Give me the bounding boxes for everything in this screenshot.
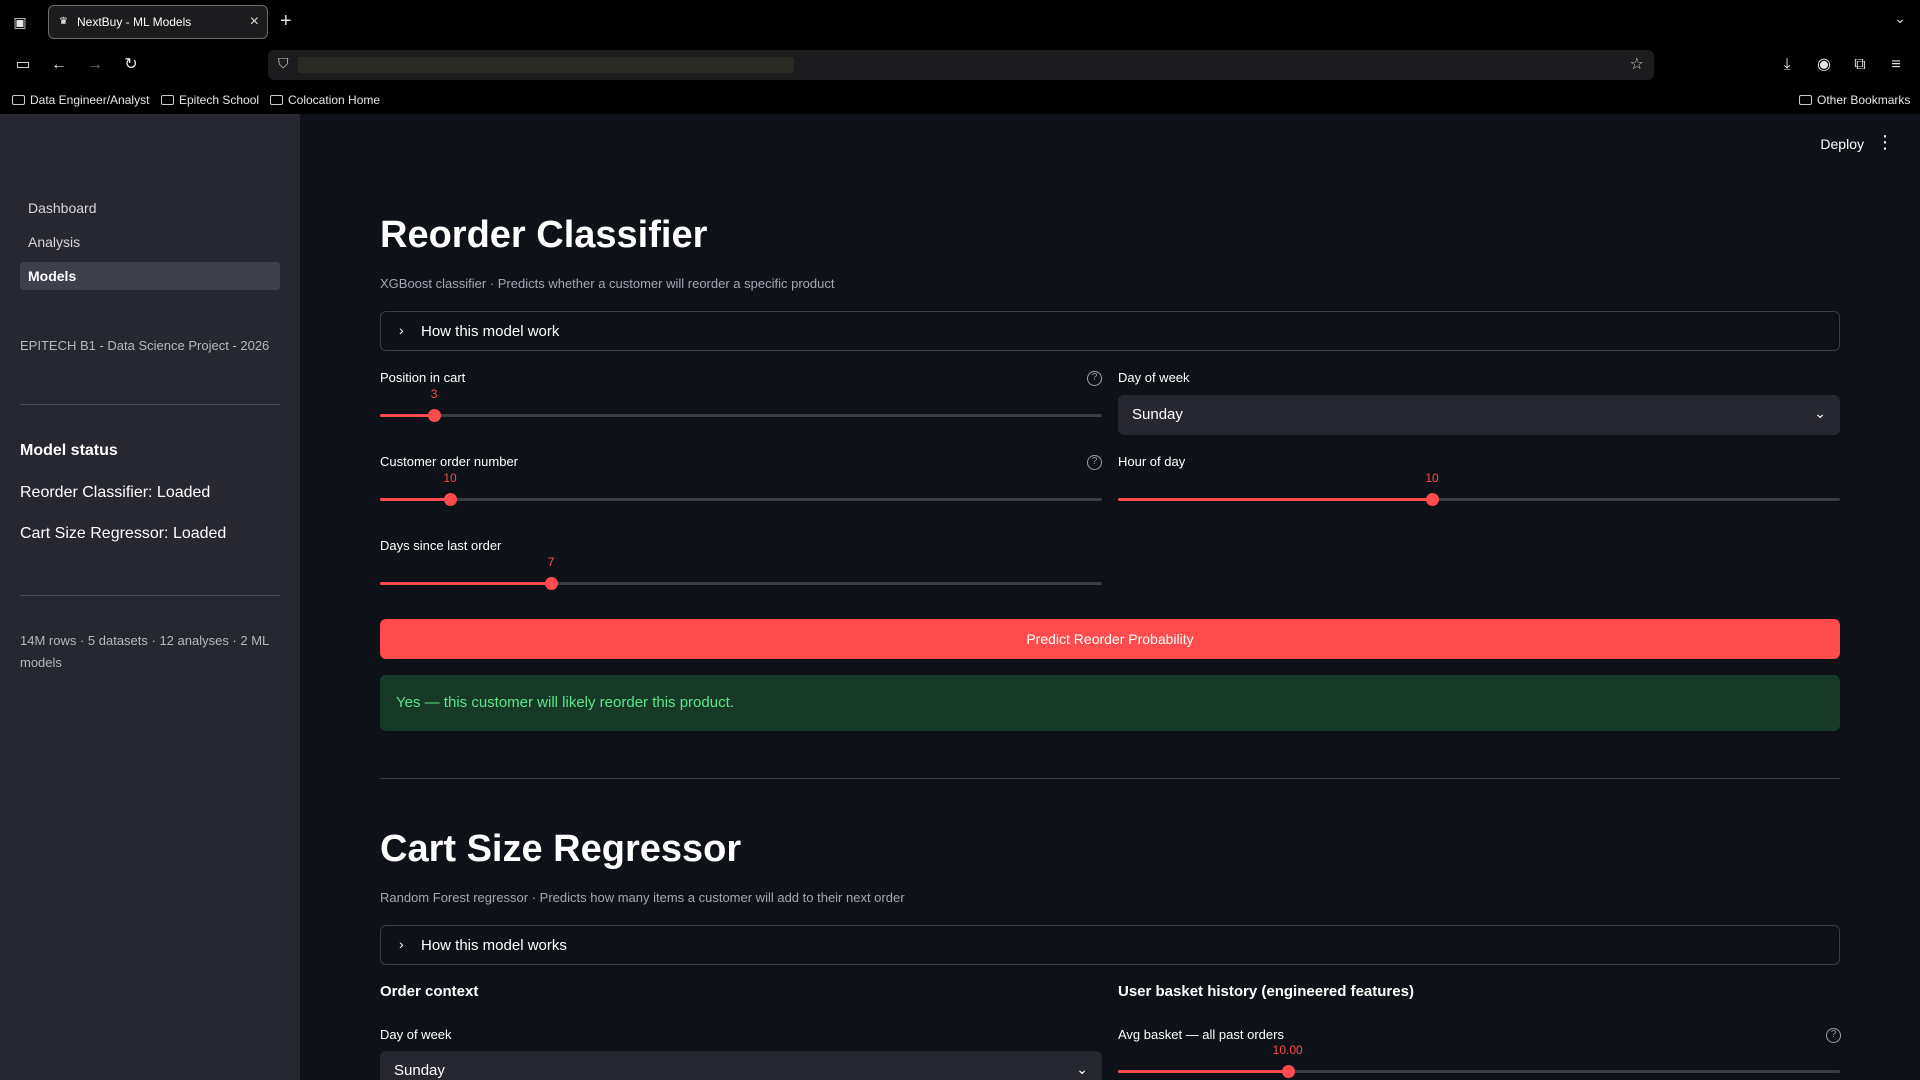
bookmark-folder[interactable]: Data Engineer/Analyst — [12, 93, 149, 107]
hour-of-day-slider[interactable]: 10 — [1118, 471, 1840, 509]
position-label: Position in cart — [380, 370, 466, 385]
predict-reorder-button[interactable]: Predict Reorder Probability — [380, 619, 1840, 659]
folder-icon — [161, 95, 174, 105]
cartsize-title: Cart Size Regressor — [380, 828, 742, 870]
back-icon[interactable]: ← — [48, 54, 70, 76]
help-icon[interactable]: ? — [1087, 371, 1102, 386]
slider-thumb[interactable] — [1281, 1065, 1295, 1078]
browser-tab-bar: ▣ ♛ NextBuy - ML Models × + ⌄ — [0, 0, 1920, 44]
day-of-week-select[interactable]: Sunday ⌄ — [1118, 395, 1840, 435]
sidebar-footer-stats: 14M rows · 5 datasets · 12 analyses · 2 … — [20, 633, 269, 670]
section-divider — [380, 778, 1840, 779]
model-status-heading: Model status — [20, 442, 118, 459]
cartsize-day-select[interactable]: Sunday ⌄ — [380, 1051, 1102, 1080]
slider-value: 7 — [547, 555, 555, 569]
url-text-redacted — [298, 57, 794, 73]
basket-history-heading: User basket history (engineered features… — [1118, 983, 1414, 1000]
folder-icon — [12, 95, 25, 105]
order-number-label: Customer order number — [380, 454, 518, 469]
slider-value: 10 — [1425, 471, 1439, 485]
sidebar-item-analysis[interactable]: Analysis — [20, 228, 280, 256]
chevron-down-icon: ⌄ — [1814, 405, 1826, 421]
sidebar-toggle-icon[interactable]: ▭ — [12, 54, 34, 76]
help-icon[interactable]: ? — [1826, 1028, 1841, 1043]
address-bar[interactable]: ⛉ ☆ — [268, 50, 1654, 80]
divider — [20, 404, 280, 405]
more-options-icon[interactable]: ⋮ — [1876, 132, 1894, 153]
main-content: Deploy ⋮ Reorder Classifier XGBoost clas… — [300, 114, 1920, 1080]
reorder-expander[interactable]: › How this model work — [380, 311, 1840, 351]
slider-value: 10.00 — [1272, 1043, 1303, 1057]
close-tab-icon[interactable]: × — [250, 13, 259, 31]
other-bookmarks[interactable]: Other Bookmarks — [1799, 93, 1910, 107]
sidebar-item-dashboard[interactable]: Dashboard — [20, 194, 280, 222]
tab-list-icon[interactable]: ▣ — [10, 12, 30, 32]
browser-tab-active[interactable]: ♛ NextBuy - ML Models × — [48, 5, 268, 39]
forward-icon[interactable]: → — [84, 54, 106, 76]
reload-icon[interactable]: ↻ — [120, 54, 142, 76]
position-slider[interactable]: 3 — [380, 387, 1102, 425]
divider — [20, 595, 280, 596]
sidebar-item-models[interactable]: Models — [20, 262, 280, 290]
project-label: EPITECH B1 - Data Science Project - 2026 — [20, 338, 270, 353]
chevron-right-icon: › — [399, 936, 404, 952]
hour-of-day-label: Hour of day — [1118, 454, 1186, 469]
slider-thumb[interactable] — [545, 577, 559, 590]
account-icon[interactable]: ◉ — [1813, 54, 1835, 76]
slider-value: 10 — [443, 471, 457, 485]
order-context-heading: Order context — [380, 983, 479, 1000]
folder-icon — [270, 95, 283, 105]
days-since-label: Days since last order — [380, 538, 502, 553]
sidebar-nav: Dashboard Analysis Models — [20, 194, 280, 296]
chevron-down-icon: ⌄ — [1076, 1061, 1088, 1077]
cartsize-day-label: Day of week — [380, 1027, 452, 1042]
slider-value: 3 — [430, 387, 438, 401]
favicon-icon: ♛ — [59, 16, 68, 27]
bookmark-folder[interactable]: Colocation Home — [270, 93, 380, 107]
new-tab-icon[interactable]: + — [280, 10, 292, 32]
reorder-title: Reorder Classifier — [380, 214, 708, 256]
extensions-icon[interactable]: ⧉ — [1849, 54, 1871, 76]
menu-icon[interactable]: ≡ — [1885, 54, 1907, 76]
sidebar: Dashboard Analysis Models EPITECH B1 - D… — [0, 114, 300, 1080]
tab-title: NextBuy - ML Models — [77, 15, 192, 29]
avg-basket-label: Avg basket — all past orders — [1118, 1027, 1284, 1042]
bookmark-folder[interactable]: Epitech School — [161, 93, 259, 107]
avg-basket-slider[interactable]: 10.00 — [1118, 1043, 1840, 1080]
bookmark-star-icon[interactable]: ☆ — [1630, 54, 1644, 74]
chevron-right-icon: › — [399, 322, 404, 338]
folder-icon — [1799, 95, 1812, 105]
cartsize-caption: Random Forest regressor · Predicts how m… — [380, 890, 905, 905]
download-icon[interactable]: ⤓ — [1776, 54, 1798, 76]
cartsize-expander[interactable]: › How this model works — [380, 925, 1840, 965]
chevron-down-icon[interactable]: ⌄ — [1894, 10, 1906, 27]
browser-nav-bar: ▭ ← → ↻ ⛉ ☆ ⤓ ◉ ⧉ ≡ — [0, 44, 1920, 86]
bookmarks-bar: Data Engineer/Analyst Epitech School Col… — [0, 86, 1920, 114]
days-since-slider[interactable]: 7 — [380, 555, 1102, 593]
deploy-button[interactable]: Deploy — [1820, 136, 1864, 152]
help-icon[interactable]: ? — [1087, 455, 1102, 470]
day-of-week-label: Day of week — [1118, 370, 1190, 385]
prediction-result: Yes — this customer will likely reorder … — [380, 675, 1840, 731]
slider-thumb[interactable] — [428, 409, 442, 422]
order-number-slider[interactable]: 10 — [380, 471, 1102, 509]
status-cart-size-regressor: Cart Size Regressor: Loaded — [20, 525, 227, 542]
shield-icon[interactable]: ⛉ — [278, 55, 289, 72]
reorder-caption: XGBoost classifier · Predicts whether a … — [380, 276, 835, 291]
slider-thumb[interactable] — [1426, 493, 1440, 506]
slider-thumb[interactable] — [444, 493, 458, 506]
status-reorder-classifier: Reorder Classifier: Loaded — [20, 484, 211, 501]
